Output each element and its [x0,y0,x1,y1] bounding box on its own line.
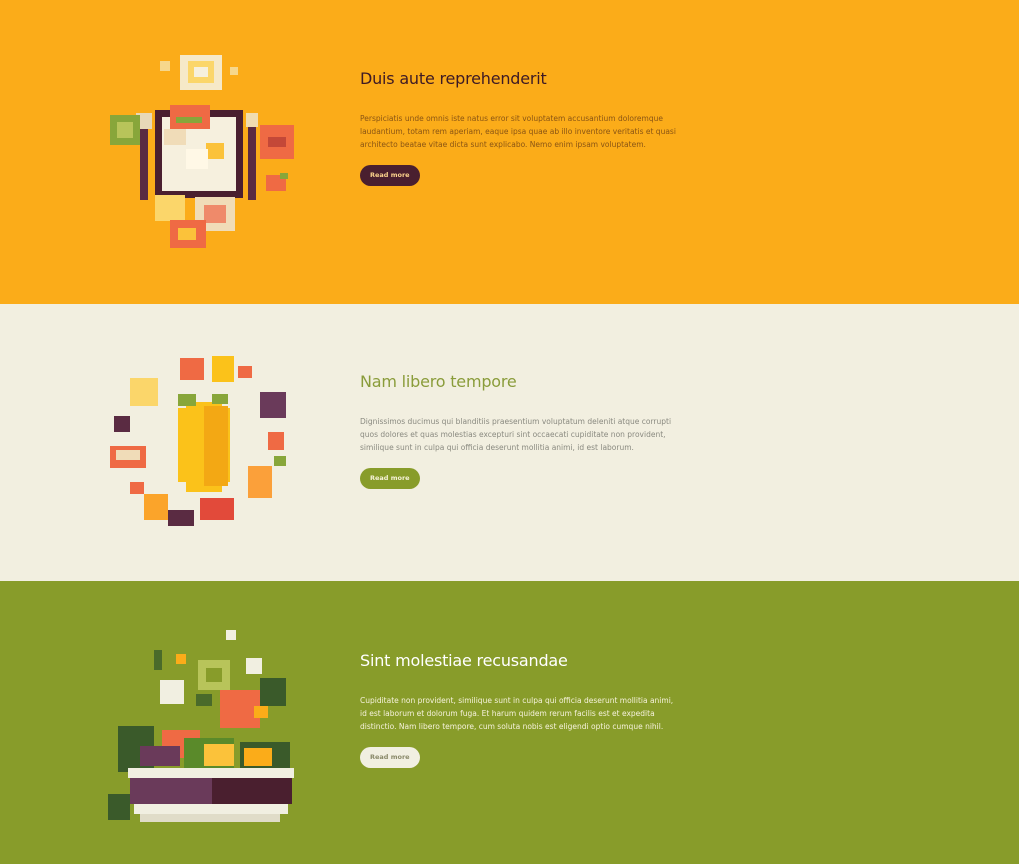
read-more-button[interactable]: Read more [360,165,420,186]
plate-with-food-icon [100,45,310,255]
read-more-button[interactable]: Read more [360,747,420,768]
feature-description: Perspiciatis unde omnis iste natus error… [360,114,676,149]
feature-section-2: Nam libero tempore Dignissimos ducimus q… [0,304,1019,581]
salad-bowl-icon [100,626,310,836]
feature-content-3: Sint molestiae recusandae Cupiditate non… [360,650,690,768]
read-more-button[interactable]: Read more [360,468,420,489]
feature-section-3: Sint molestiae recusandae Cupiditate non… [0,581,1019,864]
feature-heading: Nam libero tempore [360,372,517,391]
feature-description: Cupiditate non provident, similique sunt… [360,696,674,731]
feature-heading: Duis aute reprehenderit [360,69,547,88]
fruit-ring-lemon-icon [100,346,310,556]
feature-section-1: Duis aute reprehenderit Perspiciatis und… [0,0,1019,304]
feature-heading: Sint molestiae recusandae [360,651,568,670]
feature-content-2: Nam libero tempore Dignissimos ducimus q… [360,371,690,489]
feature-description: Dignissimos ducimus qui blanditiis praes… [360,417,672,452]
feature-content-1: Duis aute reprehenderit Perspiciatis und… [360,68,690,186]
